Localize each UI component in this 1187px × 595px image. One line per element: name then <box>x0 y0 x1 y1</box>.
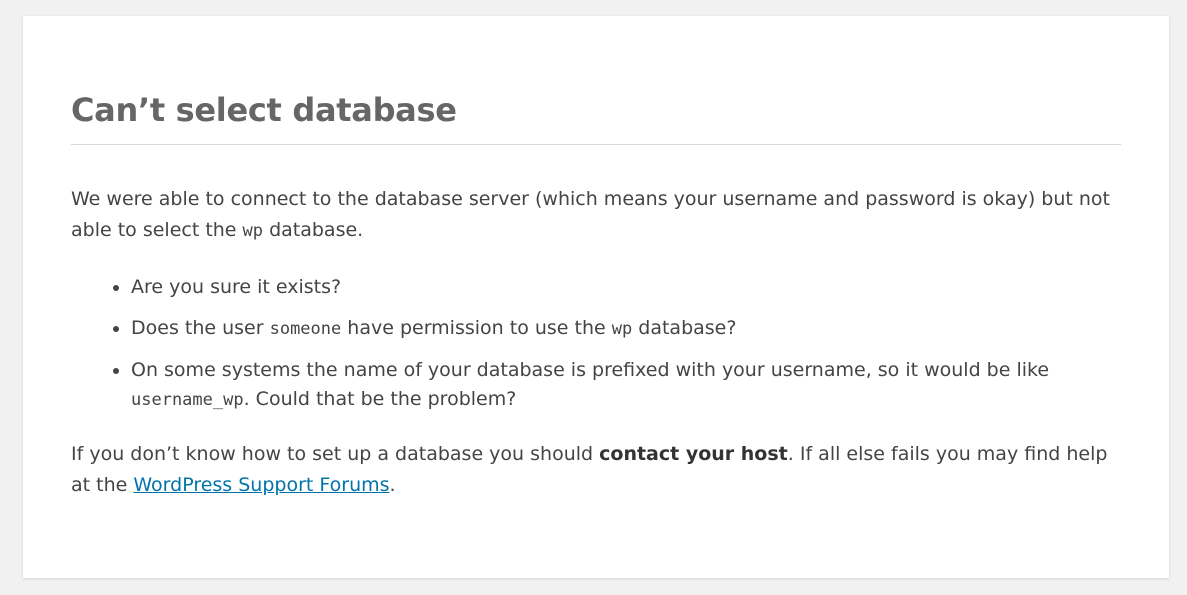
intro-suffix: database. <box>263 219 364 241</box>
intro-paragraph: We were able to connect to the database … <box>71 184 1121 247</box>
help-paragraph: If you don’t know how to set up a databa… <box>71 439 1121 501</box>
error-content: We were able to connect to the database … <box>71 184 1121 501</box>
bullet-2-user-code: someone <box>269 319 342 339</box>
support-forums-link[interactable]: WordPress Support Forums <box>133 474 389 496</box>
intro-db-code: wp <box>242 221 264 241</box>
bullet-2-suffix: database? <box>632 317 737 339</box>
error-card: Can’t select database We were able to co… <box>23 16 1169 578</box>
bullet-2-db-code: wp <box>611 319 633 339</box>
bullet-1-text: Are you sure it exists? <box>131 276 342 298</box>
list-item: Are you sure it exists? <box>131 273 1121 302</box>
error-title: Can’t select database <box>71 88 1121 145</box>
help-prefix: If you don’t know how to set up a databa… <box>71 443 600 465</box>
bullet-2-prefix: Does the user <box>131 317 270 339</box>
list-item: On some systems the name of your databas… <box>131 356 1121 415</box>
contact-host-text: contact your host <box>599 443 788 465</box>
bullet-3-prefix: On some systems the name of your databas… <box>131 359 1050 381</box>
bullet-3-code: username_wp <box>131 390 244 410</box>
bullet-3-suffix: . Could that be the problem? <box>243 388 517 410</box>
intro-text: We were able to connect to the database … <box>71 188 1111 241</box>
list-item: Does the user someone have permission to… <box>131 314 1121 344</box>
suggestion-list: Are you sure it exists? Does the user so… <box>71 273 1121 415</box>
bullet-2-middle: have permission to use the <box>341 317 612 339</box>
help-suffix: . <box>389 474 396 496</box>
